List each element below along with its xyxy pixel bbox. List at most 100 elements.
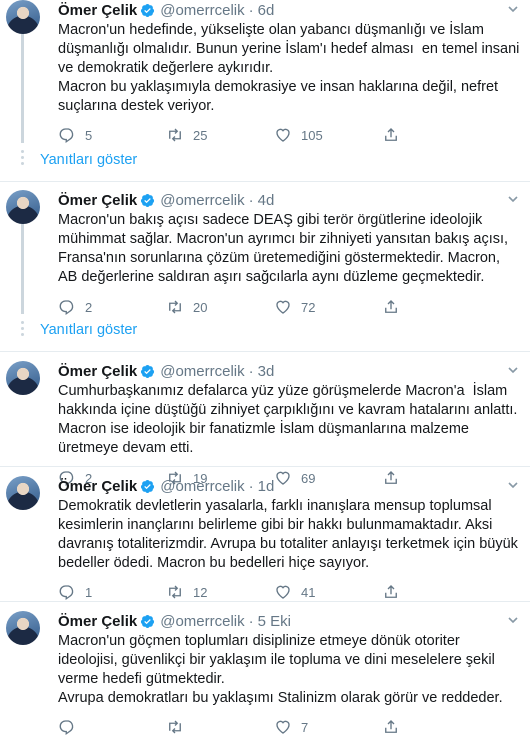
reply-button[interactable]: 5	[58, 126, 166, 144]
verified-badge-icon	[141, 3, 155, 17]
reply-button[interactable]	[58, 718, 166, 736]
tweet-header: Ömer Çelik @omerrcelik · 5 Eki	[58, 611, 522, 631]
like-icon	[276, 720, 290, 734]
verified-badge-icon	[141, 614, 155, 628]
avatar[interactable]	[6, 611, 40, 645]
divider	[0, 466, 530, 467]
retweet-count: 20	[193, 299, 208, 315]
divider	[0, 351, 530, 352]
tweet-actions: 2 20 72	[58, 297, 522, 317]
reply-icon	[59, 128, 74, 144]
tweet-actions: 7	[58, 717, 522, 737]
retweet-icon	[169, 585, 181, 599]
caret-down-icon[interactable]	[508, 194, 518, 204]
tweet-time[interactable]: 6d	[258, 2, 275, 19]
user-handle[interactable]: @omerrcelik	[160, 478, 244, 495]
thread-dots	[21, 150, 24, 165]
reply-count: 2	[85, 299, 93, 315]
separator-dot: ·	[248, 1, 254, 19]
share-button[interactable]	[382, 583, 412, 601]
like-count: 72	[301, 299, 316, 315]
tweet-text: Cumhurbaşkanımız defalarca yüz yüze görü…	[58, 383, 522, 456]
reply-count: 5	[85, 127, 93, 143]
retweet-icon	[169, 128, 181, 142]
user-handle[interactable]: @omerrcelik	[160, 613, 244, 630]
reply-count: 1	[85, 584, 93, 600]
like-count: 7	[301, 719, 309, 735]
retweet-button[interactable]: 12	[166, 583, 274, 601]
share-button[interactable]	[382, 298, 412, 316]
tweet-actions: 5 25 105	[58, 125, 522, 145]
tweet-time[interactable]: 5 Eki	[258, 613, 291, 630]
show-replies-link[interactable]: Yanıtları göster	[40, 322, 137, 338]
retweet-icon	[169, 720, 181, 734]
avatar[interactable]	[6, 476, 40, 510]
tweet-feed: Ömer Çelik @omerrcelik · 6d Macron'un he…	[0, 0, 530, 736]
user-name[interactable]: Ömer Çelik	[58, 192, 137, 209]
separator-dot: ·	[248, 477, 254, 495]
tweet-time[interactable]: 3d	[258, 363, 275, 380]
user-name[interactable]: Ömer Çelik	[58, 2, 137, 19]
like-icon	[276, 128, 290, 142]
user-handle[interactable]: @omerrcelik	[160, 2, 244, 19]
verified-badge-icon	[141, 193, 155, 207]
reply-button[interactable]: 2	[58, 298, 166, 316]
divider	[0, 601, 530, 602]
retweet-button[interactable]	[166, 718, 274, 736]
separator-dot: ·	[248, 612, 254, 630]
share-icon	[385, 300, 397, 313]
like-button[interactable]: 41	[274, 583, 382, 601]
reply-icon	[59, 720, 74, 736]
like-count: 41	[301, 584, 316, 600]
tweet-header: Ömer Çelik @omerrcelik · 6d	[58, 0, 522, 20]
like-icon	[276, 300, 290, 314]
avatar[interactable]	[6, 190, 40, 224]
user-name[interactable]: Ömer Çelik	[58, 478, 137, 495]
caret-down-icon[interactable]	[508, 4, 518, 14]
tweet-header: Ömer Çelik @omerrcelik · 1d	[58, 476, 522, 496]
user-name[interactable]: Ömer Çelik	[58, 363, 137, 380]
tweet-text: Macron'un hedefinde, yükselişte olan yab…	[58, 22, 520, 114]
caret-down-icon[interactable]	[508, 480, 518, 490]
share-button[interactable]	[382, 718, 412, 736]
tweet-text: Demokratik devletlerin yasalarla, farklı…	[58, 498, 522, 571]
like-button[interactable]: 105	[274, 126, 382, 144]
retweet-button[interactable]: 20	[166, 298, 274, 316]
tweet[interactable]: Ömer Çelik @omerrcelik · 1d Demokratik d…	[0, 476, 530, 602]
caret-down-icon[interactable]	[508, 365, 518, 375]
verified-badge-icon	[141, 479, 155, 493]
share-button[interactable]	[382, 126, 412, 144]
reply-icon	[59, 300, 74, 316]
share-icon	[385, 720, 397, 733]
thread-dots	[21, 321, 24, 336]
tweet[interactable]: Ömer Çelik @omerrcelik · 3d Cumhurbaşkan…	[0, 361, 530, 488]
tweet-text: Macron'un bakış açısı sadece DEAŞ gibi t…	[58, 212, 513, 285]
retweet-button[interactable]: 25	[166, 126, 274, 144]
user-name[interactable]: Ömer Çelik	[58, 613, 137, 630]
like-count: 105	[301, 127, 323, 143]
retweet-count: 25	[193, 127, 208, 143]
tweet-time[interactable]: 4d	[258, 192, 275, 209]
retweet-count: 12	[193, 584, 208, 600]
like-button[interactable]: 7	[274, 718, 382, 736]
tweet[interactable]: Ömer Çelik @omerrcelik · 5 Eki Macron'un…	[0, 611, 530, 737]
avatar[interactable]	[6, 0, 40, 34]
tweet-header: Ömer Çelik @omerrcelik · 3d	[58, 361, 522, 381]
reply-icon	[59, 585, 74, 601]
tweet-text: Macron'un göçmen toplumları disiplinize …	[58, 633, 503, 706]
user-handle[interactable]: @omerrcelik	[160, 363, 244, 380]
caret-down-icon[interactable]	[508, 615, 518, 625]
user-handle[interactable]: @omerrcelik	[160, 192, 244, 209]
show-replies-link[interactable]: Yanıtları göster	[40, 152, 137, 168]
avatar[interactable]	[6, 361, 40, 395]
tweet[interactable]: Ömer Çelik @omerrcelik · 4d Macron'un ba…	[0, 190, 530, 317]
share-icon	[385, 128, 397, 141]
share-icon	[385, 585, 397, 598]
tweet[interactable]: Ömer Çelik @omerrcelik · 6d Macron'un he…	[0, 0, 530, 145]
tweet-actions: 1 12 41	[58, 582, 522, 602]
reply-button[interactable]: 1	[58, 583, 166, 601]
like-icon	[276, 585, 290, 599]
like-button[interactable]: 72	[274, 298, 382, 316]
tweet-time[interactable]: 1d	[258, 478, 275, 495]
divider	[0, 181, 530, 182]
